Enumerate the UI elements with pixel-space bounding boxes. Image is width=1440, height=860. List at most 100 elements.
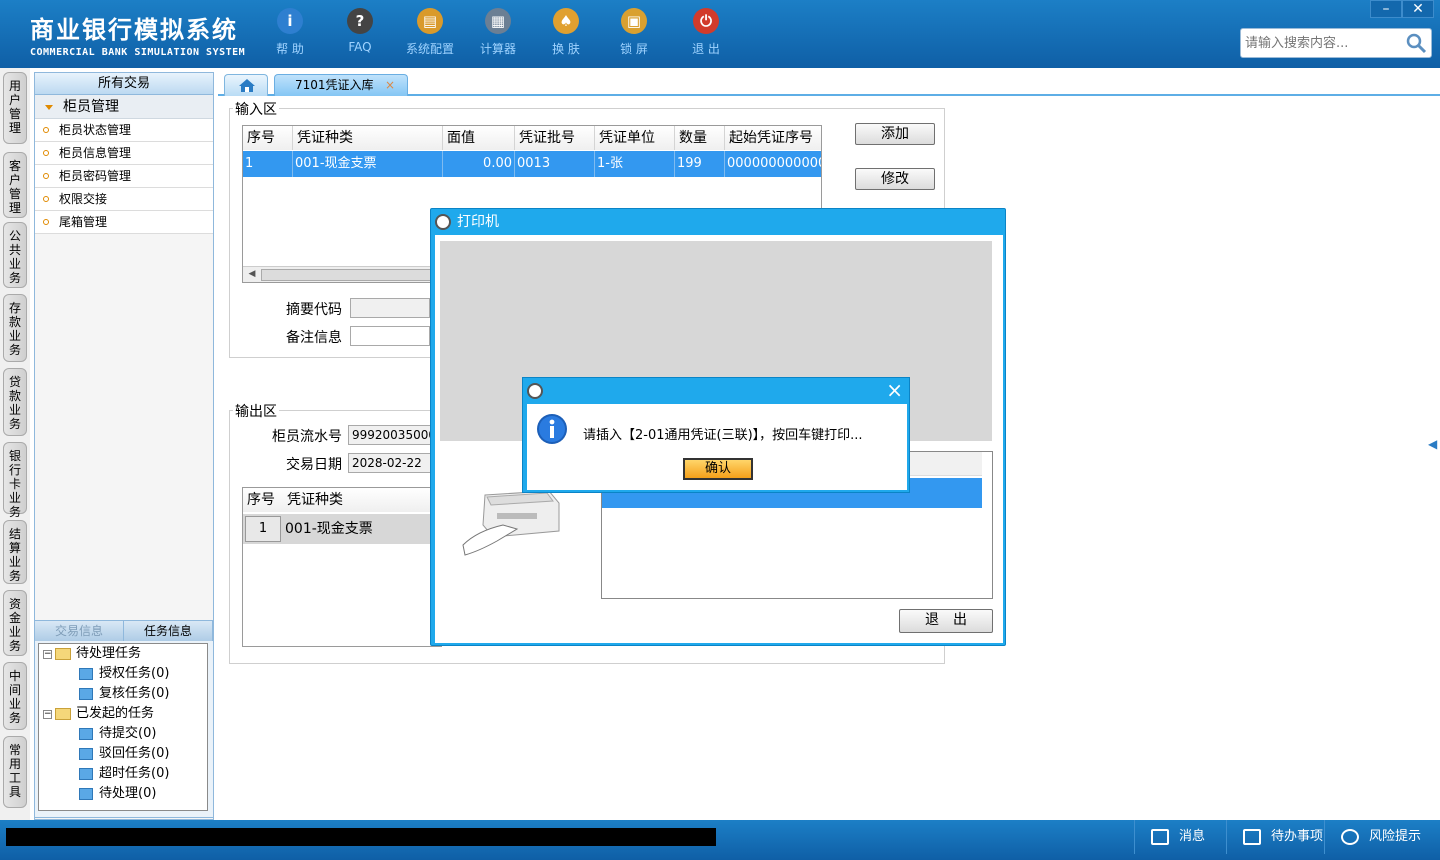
cell: 1-张 <box>595 151 675 177</box>
cell: 001-现金支票 <box>285 521 373 537</box>
expand-arrow-icon <box>45 105 53 110</box>
module-tab-3[interactable]: 存款业务 <box>3 294 27 362</box>
tree-node[interactable]: − 待处理任务 <box>43 644 141 664</box>
toolbar-faq-button[interactable]: ? FAQ <box>330 8 390 54</box>
add-button[interactable]: 添加 <box>855 123 935 145</box>
tree-node-label: 待处理(0) <box>99 786 157 801</box>
bullet-icon <box>43 150 49 156</box>
row-index-cell: 1 <box>245 516 281 542</box>
task-tree: − 待处理任务 授权任务(0) 复核任务(0) − 已发起的任务待提交(0) 驳回任务(0)… <box>38 643 208 811</box>
tab-transaction-info[interactable]: 交易信息 <box>35 621 124 641</box>
close-window-button[interactable]: ✕ <box>1402 0 1434 18</box>
module-tab-4[interactable]: 贷款业务 <box>3 368 27 436</box>
cell: 0.00 <box>443 151 515 177</box>
tree-node[interactable]: 授权任务(0) <box>79 664 169 684</box>
toolbar-calculator-button[interactable]: ▦ 计算器 <box>468 8 528 57</box>
dialog-app-icon <box>527 383 543 399</box>
module-tab-7[interactable]: 资金业务 <box>3 590 27 656</box>
tree-node[interactable]: 复核任务(0) <box>79 684 169 704</box>
module-tab-6[interactable]: 结算业务 <box>3 520 27 584</box>
module-tab-2[interactable]: 公共业务 <box>3 222 27 288</box>
folder-icon <box>55 648 71 660</box>
tree-node[interactable]: 驳回任务(0) <box>79 744 169 764</box>
summary-code-label: 摘要代码 <box>286 302 342 318</box>
cell: 0013 <box>515 151 595 177</box>
sidebar-item-label: 柜员密码管理 <box>59 169 132 183</box>
tab-task-info[interactable]: 任务信息 <box>124 621 213 641</box>
collapse-icon[interactable]: − <box>43 649 52 659</box>
toolbar-label: 计算器 <box>479 42 516 56</box>
printer-illustration-icon <box>462 490 560 556</box>
col-header: 凭证种类 <box>283 488 441 512</box>
bullet-icon <box>43 127 49 133</box>
risk-button[interactable]: 风险提示 <box>1324 820 1434 854</box>
sidebar-item[interactable]: 权限交接 <box>35 188 213 211</box>
minimize-button[interactable]: – <box>1370 0 1402 18</box>
todo-button[interactable]: 待办事项 <box>1226 820 1324 854</box>
faq-icon: ? <box>347 8 373 34</box>
status-redacted-strip <box>6 828 716 846</box>
app-header: 商业银行模拟系统 COMMERCIAL BANK SIMULATION SYST… <box>0 0 1440 68</box>
toolbar-tshirt-button[interactable]: ♠ 换 肤 <box>536 8 596 57</box>
toolbar-power-button[interactable]: ⏻ 退 出 <box>676 8 736 57</box>
module-tab-9[interactable]: 常用工具 <box>3 736 27 808</box>
scroll-left-icon[interactable]: ◀ <box>245 269 259 281</box>
collapse-right-icon[interactable]: ◀ <box>1428 424 1438 464</box>
tree-node[interactable]: − 已发起的任务 <box>43 704 154 724</box>
module-tab-0[interactable]: 用户管理 <box>3 72 27 144</box>
sidebar-item[interactable]: 尾箱管理 <box>35 211 213 234</box>
messages-button[interactable]: 消息 <box>1134 820 1226 854</box>
task-list-icon <box>79 748 93 760</box>
toolbar-lock-button[interactable]: ▣ 锁 屏 <box>604 8 664 57</box>
bullet-icon <box>43 173 49 179</box>
toolbar-label: 锁 屏 <box>620 42 648 56</box>
col-header: 凭证种类 <box>293 126 443 150</box>
printer-exit-button[interactable]: 退 出 <box>899 609 993 633</box>
toolbar-label: 退 出 <box>692 42 720 56</box>
tree-node[interactable]: 超时任务(0) <box>79 764 169 784</box>
cell: 199 <box>675 151 725 177</box>
summary-code-field[interactable] <box>350 298 430 318</box>
table-row[interactable]: 1 001-现金支票 <box>243 514 441 544</box>
tab-voucher-inbound[interactable]: 7101凭证入库 × <box>274 74 408 96</box>
printer-app-icon <box>435 214 451 230</box>
search-input[interactable] <box>1241 29 1401 57</box>
tree-node-label: 驳回任务(0) <box>99 746 170 761</box>
sidebar-item[interactable]: 柜员信息管理 <box>35 142 213 165</box>
chat-bubble-icon <box>1341 829 1359 845</box>
col-header: 序号 <box>243 126 293 150</box>
tree-node-label: 待提交(0) <box>99 726 157 741</box>
sidebar-item-label: 权限交接 <box>59 192 108 206</box>
search-icon[interactable] <box>1405 32 1427 54</box>
module-tab-8[interactable]: 中间业务 <box>3 662 27 730</box>
dialog-close-button[interactable]: × <box>886 379 903 401</box>
folder-icon <box>55 708 71 720</box>
module-rail: 用户管理客户管理公共业务存款业务贷款业务银行卡业务 结算业务资金业务中间业务常用工… <box>0 68 30 820</box>
toolbar-label: 系统配置 <box>405 42 454 56</box>
cell: 001-现金支票 <box>293 151 443 177</box>
date-field[interactable]: 2028-02-22 <box>348 453 432 473</box>
task-list-icon <box>79 728 93 740</box>
cell: 00000000000000 <box>725 151 821 177</box>
sidebar-group-teller[interactable]: 柜员管理 <box>35 95 213 119</box>
tree-node[interactable]: 待处理(0) <box>79 784 156 804</box>
remark-field[interactable] <box>350 326 430 346</box>
tree-node[interactable]: 待提交(0) <box>79 724 156 744</box>
toolbar-label: FAQ <box>348 40 372 54</box>
module-tab-5[interactable]: 银行卡业务 <box>3 442 27 519</box>
toolbar-help-button[interactable]: i 帮 助 <box>260 8 320 57</box>
serial-field[interactable]: 999200350000 <box>348 425 432 445</box>
table-row[interactable]: 1001-现金支票0.0000131-张19900000000000000 <box>243 151 821 179</box>
close-tab-icon[interactable]: × <box>385 75 395 95</box>
sidebar-item[interactable]: 柜员状态管理 <box>35 119 213 142</box>
sidebar-item[interactable]: 柜员密码管理 <box>35 165 213 188</box>
toolbar-toolbox-button[interactable]: ▤ 系统配置 <box>400 8 460 57</box>
modify-button[interactable]: 修改 <box>855 168 935 190</box>
mail-icon <box>1151 829 1169 845</box>
tab-home[interactable] <box>224 74 268 96</box>
output-area-legend: 输出区 <box>233 401 279 421</box>
module-tab-1[interactable]: 客户管理 <box>3 152 27 218</box>
collapse-icon[interactable]: − <box>43 709 52 719</box>
bullet-icon <box>43 219 49 225</box>
confirm-button[interactable]: 确认 <box>683 458 753 480</box>
